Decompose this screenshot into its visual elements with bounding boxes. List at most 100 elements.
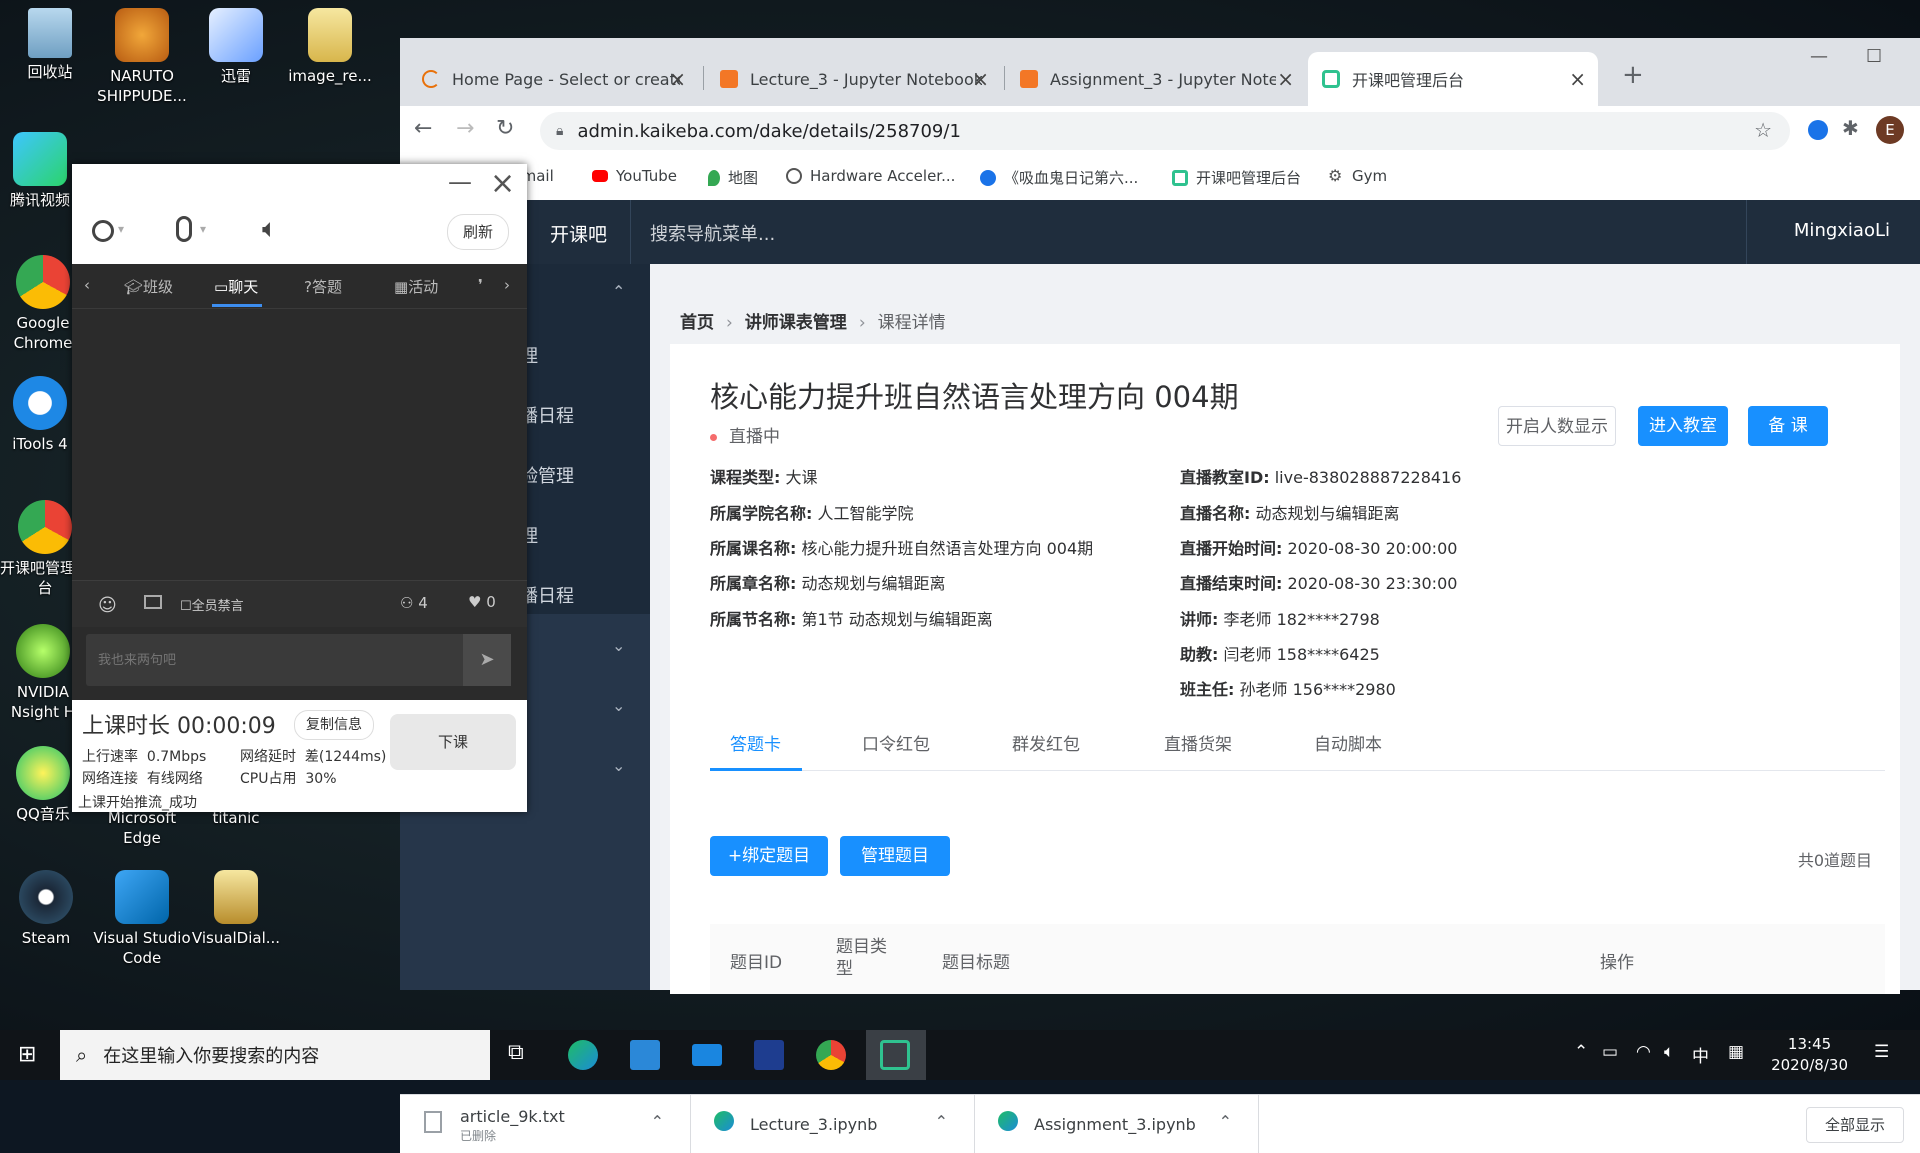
breadcrumb-schedule[interactable]: 讲师课表管理 [745, 313, 847, 333]
tab-answer-card[interactable]: 答题卡 [730, 730, 781, 755]
tab-auto-script[interactable]: 自动脚本 [1314, 730, 1382, 755]
mute-all-checkbox[interactable]: ☐全员禁言 [180, 595, 244, 614]
desktop-icon-image-re[interactable]: image_re... [280, 8, 380, 86]
bookmark-star-icon[interactable]: ☆ [1754, 118, 1772, 142]
bookmark-gym[interactable]: ⚙ Gym [1328, 167, 1387, 185]
tab-kaikeba-admin[interactable]: 开课吧管理后台 × [1308, 52, 1598, 106]
bind-question-button[interactable]: +绑定题目 [710, 836, 828, 876]
tab-class[interactable]: 🎓︎班级 [124, 276, 173, 297]
send-icon[interactable]: ➤ [463, 634, 511, 686]
store-icon[interactable] [630, 1040, 660, 1070]
taskbar-search[interactable]: ⌕ 在这里输入你要搜索的内容 [60, 1030, 490, 1080]
desktop-icon-itools[interactable]: iTools 4 [0, 376, 80, 454]
address-bar[interactable]: 🔒︎ admin.kaikeba.com/dake/details/258709… [540, 112, 1790, 150]
sidebar-item-5[interactable]: 播日程 [520, 582, 574, 608]
chevron-up-icon[interactable]: ⌃ [1574, 1042, 1588, 1062]
more-tabs-icon[interactable]: ❜ [478, 276, 483, 294]
close-icon[interactable]: × [669, 67, 686, 91]
microphone-icon[interactable] [176, 216, 192, 242]
new-tab-button[interactable]: + [1622, 60, 1644, 90]
reload-icon[interactable]: ↻ [496, 116, 514, 141]
download-item-article[interactable]: article_9k.txt 已删除 ⌃ [400, 1095, 691, 1153]
download-item-assignment[interactable]: Assignment_3.ipynb ⌃ [974, 1095, 1259, 1153]
download-item-lecture[interactable]: Lecture_3.ipynb ⌃ [690, 1095, 975, 1153]
chrome-icon[interactable] [816, 1040, 846, 1070]
close-icon[interactable]: × [1277, 67, 1294, 91]
kaikeba-app-icon[interactable] [880, 1040, 910, 1070]
tab-password-redpacket[interactable]: 口令红包 [862, 730, 930, 755]
chevron-left-icon[interactable]: ‹ [84, 276, 90, 294]
battery-icon[interactable]: ▭ [1602, 1042, 1618, 1062]
puzzle-extensions-icon[interactable]: ✱ [1842, 116, 1859, 140]
chevron-up-icon[interactable]: ⌃ [935, 1112, 948, 1131]
profile-avatar[interactable]: E [1876, 116, 1904, 144]
tab-chat[interactable]: ▭聊天 [214, 276, 258, 297]
chevron-down-icon[interactable]: ⌄ [612, 696, 625, 715]
close-icon[interactable]: × [972, 67, 989, 91]
bookmark-vampire-diaries[interactable]: 《吸血鬼日记第六... [980, 167, 1138, 188]
bookmark-hardware-accel[interactable]: Hardware Acceler... [786, 167, 955, 185]
brand-logo[interactable]: 开课吧 [550, 220, 607, 247]
tab-activity[interactable]: ▦活动 [394, 276, 438, 297]
desktop-icon-naruto[interactable]: NARUTO SHIPPUDE... [92, 8, 192, 106]
desktop-icon-steam[interactable]: Steam [0, 870, 92, 948]
extension-icon[interactable] [1808, 120, 1828, 140]
task-view-icon[interactable]: ⧉ [508, 1040, 538, 1070]
show-all-downloads-button[interactable]: 全部显示 [1806, 1107, 1904, 1143]
emoji-icon[interactable]: ☺ [98, 595, 117, 616]
chevron-down-icon[interactable]: ⌄ [612, 756, 625, 775]
desktop-icon-recycle-bin[interactable]: 回收站 [0, 8, 100, 82]
desktop-icon-visualdial[interactable]: VisualDial... [186, 870, 286, 948]
edge-icon[interactable] [568, 1040, 598, 1070]
close-icon[interactable]: × [490, 166, 515, 201]
show-count-button[interactable]: 开启人数显示 [1498, 406, 1616, 446]
breadcrumb-home[interactable]: 首页 [680, 313, 714, 333]
sidebar-item-2[interactable]: 播日程 [520, 402, 574, 428]
ime-indicator[interactable]: 中 [1692, 1042, 1709, 1067]
chevron-up-icon[interactable]: ⌃ [1219, 1112, 1232, 1131]
chevron-down-icon[interactable]: ⌄ [612, 636, 625, 655]
bookmark-youtube[interactable]: YouTube [592, 167, 677, 185]
enter-classroom-button[interactable]: 进入教室 [1638, 406, 1728, 446]
desktop-icon-edge[interactable]: Microsoft Edge [92, 808, 192, 848]
tab-assignment-3[interactable]: Assignment_3 - Jupyter Noteb × [1006, 52, 1306, 106]
sidebar-item-3[interactable]: 验管理 [520, 462, 574, 488]
image-icon[interactable] [144, 595, 162, 609]
keyboard-grid-icon[interactable]: ▦ [1728, 1042, 1744, 1062]
tab-answer[interactable]: ?答题 [304, 276, 342, 297]
tab-lecture-3[interactable]: Lecture_3 - Jupyter Notebook × [706, 52, 1001, 106]
chevron-down-icon[interactable]: ▾ [200, 222, 206, 236]
speaker-icon[interactable]: 🔈︎ [262, 214, 278, 245]
tab-group-redpacket[interactable]: 群发红包 [1012, 730, 1080, 755]
camera-icon[interactable] [92, 220, 114, 242]
chat-input[interactable] [86, 634, 456, 686]
back-arrow-icon[interactable]: ← [414, 116, 432, 141]
desktop-icon-tencent-video[interactable]: 腾讯视频 [0, 132, 80, 210]
copy-info-button[interactable]: 复制信息 [294, 710, 374, 740]
minimize-button[interactable]: — [1810, 46, 1828, 67]
volume-icon[interactable]: 🔈︎ [1664, 1042, 1674, 1062]
maximize-button[interactable]: ☐ [1866, 46, 1882, 67]
url-text[interactable]: admin.kaikeba.com/dake/details/258709/1 [577, 121, 960, 142]
tab-home-page[interactable]: Home Page - Select or create a × [408, 52, 698, 106]
system-clock[interactable]: 13:45 2020/8/30 [1771, 1034, 1848, 1076]
desktop-icon-xunlei[interactable]: 迅雷 [186, 8, 286, 86]
nav-search-input[interactable]: 搜索导航菜单... [650, 220, 775, 246]
tab-live-shelf[interactable]: 直播货架 [1164, 730, 1232, 755]
wifi-icon[interactable]: ◠ [1636, 1042, 1651, 1062]
manage-question-button[interactable]: 管理题目 [840, 836, 950, 876]
minimize-icon[interactable]: — [448, 168, 472, 196]
notification-icon[interactable]: ☰ [1874, 1042, 1889, 1062]
powershell-icon[interactable] [754, 1040, 784, 1070]
chevron-right-icon[interactable]: › [504, 276, 510, 294]
end-class-button[interactable]: 下课 [390, 714, 516, 770]
chevron-up-icon[interactable]: ⌃ [612, 282, 625, 301]
prepare-lesson-button[interactable]: 备 课 [1748, 406, 1828, 446]
bookmark-kaikeba-admin[interactable]: 开课吧管理后台 [1172, 167, 1301, 188]
chevron-down-icon[interactable]: ▾ [118, 222, 124, 236]
close-icon[interactable]: × [1569, 67, 1586, 91]
forward-arrow-icon[interactable]: → [456, 116, 474, 141]
bookmark-maps[interactable]: 地图 [708, 167, 758, 188]
mail-icon[interactable] [692, 1044, 722, 1066]
user-menu[interactable]: MingxiaoLi [1794, 220, 1890, 241]
